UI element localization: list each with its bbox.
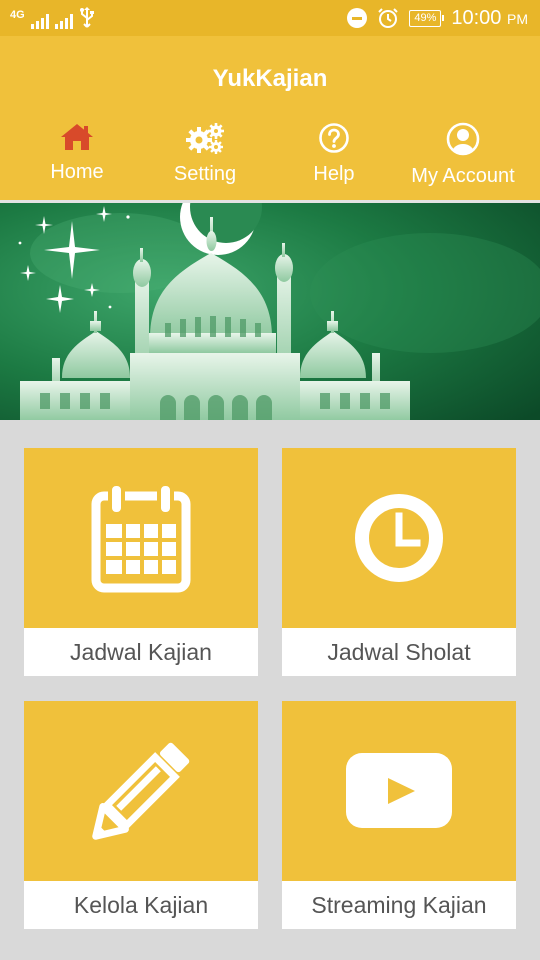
pencil-icon xyxy=(92,742,190,840)
nav-item-help[interactable]: Help xyxy=(269,118,399,196)
status-time: 10:00 PM xyxy=(451,7,528,30)
home-icon xyxy=(61,124,93,150)
app-header: YukKajian Home Setting Help My Account xyxy=(0,36,540,200)
tile-icon-area xyxy=(282,701,516,881)
network-type: 4G xyxy=(10,9,25,21)
tile-kelola-kajian[interactable]: Kelola Kajian xyxy=(24,701,258,929)
nav-label-help: Help xyxy=(313,163,355,185)
tile-jadwal-sholat[interactable]: Jadwal Sholat xyxy=(282,448,516,676)
signal-icon xyxy=(30,13,49,29)
signal-icon-2 xyxy=(54,13,73,29)
youtube-play-icon xyxy=(346,753,452,828)
clock-icon xyxy=(355,494,443,582)
tile-icon-area xyxy=(282,448,516,628)
do-not-disturb-icon xyxy=(347,8,368,28)
gear-icon xyxy=(186,123,224,154)
nav-item-setting[interactable]: Setting xyxy=(140,118,270,196)
tile-label: Kelola Kajian xyxy=(73,892,209,918)
tile-icon-area xyxy=(24,448,258,628)
top-nav: Home Setting Help My Account xyxy=(0,118,540,198)
nav-item-account[interactable]: My Account xyxy=(398,118,528,196)
nav-label-account: My Account xyxy=(411,165,515,187)
tile-label: Streaming Kajian xyxy=(311,892,487,918)
tile-label: Jadwal Sholat xyxy=(327,639,471,665)
help-icon xyxy=(319,123,349,153)
calendar-icon xyxy=(91,482,191,593)
usb-icon xyxy=(79,7,94,28)
status-left: 4G xyxy=(10,7,95,29)
app-title: YukKajian xyxy=(212,65,328,92)
nav-label-home: Home xyxy=(50,161,104,183)
tile-streaming-kajian[interactable]: Streaming Kajian xyxy=(282,701,516,929)
tile-label: Jadwal Kajian xyxy=(70,639,212,665)
alarm-icon xyxy=(378,8,399,28)
time-ampm: PM xyxy=(507,10,528,27)
mosque-banner xyxy=(0,203,540,420)
mosque-banner-image xyxy=(0,203,540,420)
battery-indicator: 49% xyxy=(409,9,445,27)
nav-label-setting: Setting xyxy=(173,163,237,185)
status-right: 49% 10:00 PM xyxy=(347,5,528,31)
status-bar: 4G 49% 10:00 PM xyxy=(0,0,540,36)
account-icon xyxy=(446,122,480,156)
tile-jadwal-kajian[interactable]: Jadwal Kajian xyxy=(24,448,258,676)
nav-item-home[interactable]: Home xyxy=(12,118,142,196)
tile-icon-area xyxy=(24,701,258,881)
time-value: 10:00 xyxy=(451,6,502,29)
